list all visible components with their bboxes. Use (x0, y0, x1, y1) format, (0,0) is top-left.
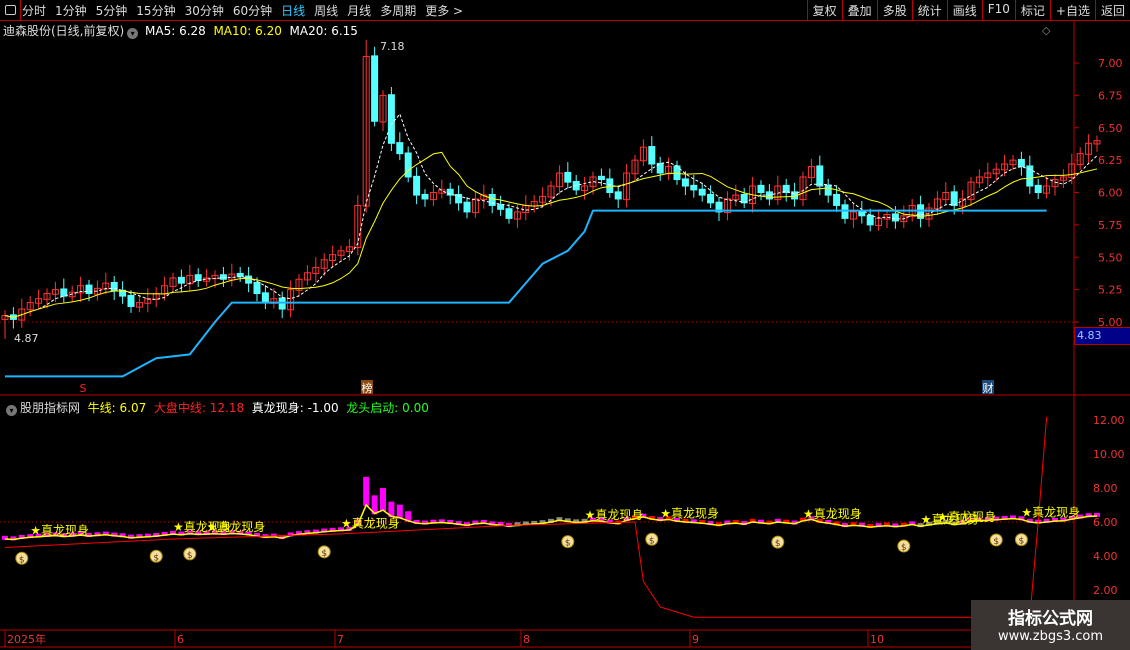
zhenlong-signal: ★真龙现身 (341, 516, 400, 531)
money-bag-symbol: $ (1019, 537, 1025, 547)
price-tick: 5.25 (1098, 284, 1123, 297)
candle-body (110, 282, 118, 292)
candle-body (816, 165, 824, 187)
money-bag-symbol: $ (901, 543, 907, 553)
candle-body (648, 146, 656, 165)
price-tick: 5.75 (1098, 219, 1123, 232)
candle-body (505, 208, 513, 219)
date-tick: 6 (177, 633, 184, 646)
candle-body (371, 55, 379, 122)
candle-body (866, 214, 874, 226)
diamond-icon: ◇ (1042, 24, 1051, 37)
candle-body (707, 193, 715, 204)
indicator-tick: 8.00 (1093, 482, 1118, 495)
marker-2: 财 (983, 381, 994, 395)
candle-body (253, 282, 261, 295)
candle-body (564, 171, 572, 183)
indicator-tick: 10.00 (1093, 448, 1125, 461)
marker-1: 榜 (362, 381, 373, 395)
candle-body (177, 276, 185, 284)
date-tick: 7 (337, 633, 344, 646)
date-tick: 9 (692, 633, 699, 646)
indicator-bar (380, 487, 386, 511)
indicator-tick: 4.00 (1093, 550, 1118, 563)
zhenlong-signal: ★真龙现身 (1021, 505, 1080, 520)
marker-0: S (80, 382, 87, 395)
date-tick: 2025年 (7, 632, 46, 646)
zhenlong-signal: ★真龙现身 (585, 507, 644, 522)
candle-body (614, 191, 622, 200)
candle-body (261, 292, 269, 304)
candle-body (60, 288, 68, 297)
indicator-tick: 6.00 (1093, 516, 1118, 529)
watermark: 指标公式网 www.zbgs3.com (971, 600, 1130, 650)
indicator-tick: 12.00 (1093, 414, 1125, 427)
date-tick: 8 (523, 633, 530, 646)
watermark-url: www.zbgs3.com (997, 629, 1104, 644)
money-bag-symbol: $ (649, 536, 655, 546)
candle-body (606, 178, 614, 193)
candle-body (833, 193, 841, 206)
money-bag-symbol: $ (187, 551, 193, 561)
indicator-tick: 2.00 (1093, 584, 1118, 597)
watermark-title: 指标公式网 (1008, 609, 1093, 629)
money-bag-symbol: $ (775, 539, 781, 549)
money-bag-symbol: $ (993, 537, 999, 547)
zhenlong-signal: ★真龙现身 (207, 519, 266, 534)
money-bag-symbol: $ (153, 553, 159, 563)
candle-body (245, 275, 253, 284)
indicator-bar (363, 476, 370, 506)
candle-body (698, 188, 706, 196)
candle-body (597, 175, 605, 181)
candle-body (858, 210, 866, 217)
high-label: 7.18 (380, 40, 405, 53)
candle-body (690, 184, 698, 191)
zhenlong-signal: ★真龙现身 (937, 509, 996, 524)
money-bag-symbol: $ (321, 549, 327, 559)
candle-body (387, 94, 395, 144)
candle-body (127, 294, 135, 307)
price-tick: 6.00 (1098, 187, 1123, 200)
candle-body (1017, 158, 1025, 168)
zhenlong-signal: ★真龙现身 (30, 522, 89, 537)
ma10-line (4, 151, 1098, 318)
price-tick: 6.50 (1098, 122, 1123, 135)
money-bag-symbol: $ (19, 555, 25, 565)
candle-body (673, 165, 681, 181)
chart-canvas[interactable]: ◇7.006.756.506.256.005.755.505.255.0012.… (0, 0, 1130, 650)
candle-body (681, 178, 689, 187)
current-price-tag: 4.83 (1074, 327, 1130, 345)
candle-body (404, 152, 412, 178)
candle-body (421, 193, 429, 200)
candle-body (1034, 184, 1042, 194)
candle-body (757, 184, 765, 194)
dapan-line (4, 416, 1048, 618)
zhenlong-signal: ★真龙现身 (660, 505, 719, 520)
candle-body (497, 204, 505, 210)
price-tick: 6.75 (1098, 89, 1123, 102)
price-tick: 5.50 (1098, 251, 1123, 264)
candle-body (396, 142, 404, 155)
candle-body (413, 175, 421, 196)
low-label: 4.87 (14, 332, 39, 345)
ma5-line (4, 113, 1098, 318)
candle-body (488, 193, 496, 206)
money-bag-symbol: $ (565, 539, 571, 549)
candle-body (463, 201, 471, 213)
candle-body (824, 184, 832, 196)
price-tick: 6.25 (1098, 154, 1123, 167)
candle-body (219, 274, 227, 280)
date-tick: 10 (870, 633, 884, 646)
candle-body (85, 284, 93, 295)
candle-body (891, 213, 899, 222)
price-tick: 7.00 (1098, 57, 1123, 70)
zhenlong-signal: ★真龙现身 (803, 506, 862, 521)
